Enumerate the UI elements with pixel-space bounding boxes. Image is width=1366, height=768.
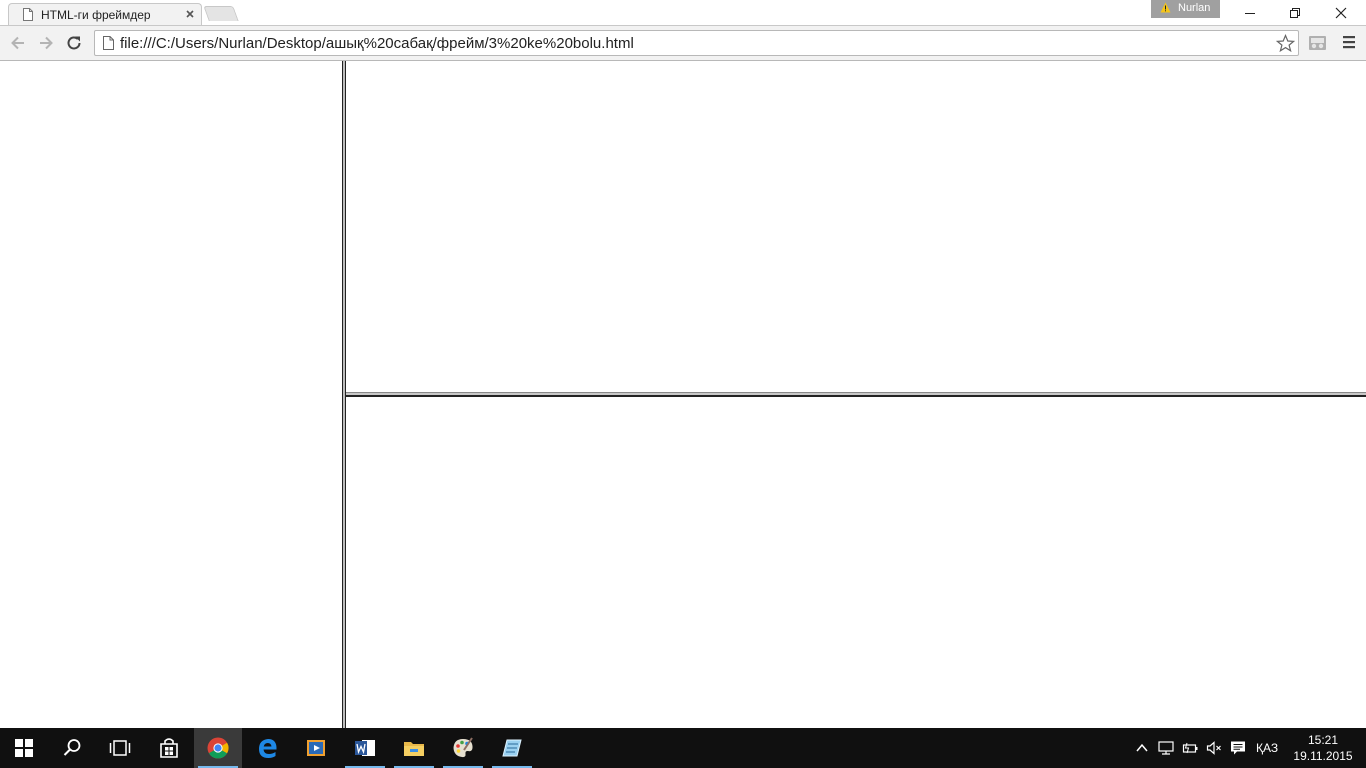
word-app[interactable]	[341, 728, 389, 768]
search-icon	[63, 739, 81, 756]
media-player-app[interactable]	[292, 728, 340, 768]
taskbar: ҚАЗ 15:21 19.11.2015	[0, 728, 1366, 768]
title-bar: HTML-ги фреймдер Nurlan	[0, 0, 1366, 25]
edge-app[interactable]	[244, 728, 292, 768]
file-explorer-icon	[404, 742, 424, 756]
left-frame[interactable]	[0, 61, 341, 728]
reload-icon[interactable]	[64, 33, 84, 53]
bottom-right-frame[interactable]	[346, 397, 1366, 728]
chrome-icon	[207, 737, 229, 759]
warning-icon	[1160, 2, 1171, 13]
page-content	[0, 61, 1366, 728]
battery-icon[interactable]	[1182, 740, 1198, 756]
forward-arrow-icon[interactable]	[36, 33, 56, 53]
tab-title: HTML-ги фреймдер	[41, 8, 151, 22]
notification-icon[interactable]	[1230, 740, 1246, 756]
address-bar[interactable]	[94, 30, 1299, 56]
task-view-button[interactable]	[96, 728, 144, 768]
top-right-frame[interactable]	[346, 61, 1366, 391]
browser-toolbar	[0, 25, 1366, 61]
page-icon	[23, 8, 33, 21]
profile-badge[interactable]: Nurlan	[1151, 0, 1220, 18]
volume-muted-icon[interactable]	[1206, 740, 1222, 756]
input-language[interactable]: ҚАЗ	[1256, 741, 1278, 755]
edge-icon	[259, 739, 277, 758]
windows-start-icon	[15, 739, 33, 757]
minimize-button[interactable]	[1227, 0, 1273, 25]
network-icon[interactable]	[1158, 740, 1174, 756]
browser-tab[interactable]: HTML-ги фреймдер	[8, 3, 202, 25]
notepad-app[interactable]	[488, 728, 536, 768]
page-icon	[103, 36, 114, 50]
search-button[interactable]	[48, 728, 96, 768]
close-window-button[interactable]	[1318, 0, 1364, 25]
store-app[interactable]	[145, 728, 193, 768]
paint-app[interactable]	[439, 728, 487, 768]
url-input[interactable]	[120, 35, 1260, 52]
profile-name: Nurlan	[1178, 2, 1211, 14]
store-icon	[160, 738, 178, 758]
menu-icon[interactable]	[1342, 35, 1356, 49]
clock-time: 15:21	[1307, 733, 1339, 747]
star-icon[interactable]	[1276, 34, 1295, 53]
chevron-up-icon[interactable]	[1134, 740, 1150, 756]
restore-icon	[1290, 8, 1300, 18]
start-button[interactable]	[0, 728, 48, 768]
chrome-app[interactable]	[194, 728, 242, 768]
back-arrow-icon[interactable]	[8, 33, 28, 53]
word-icon	[355, 740, 375, 756]
minimize-icon	[1245, 13, 1255, 14]
close-icon[interactable]	[183, 7, 197, 21]
notepad-icon	[502, 739, 522, 757]
clock-date: 19.11.2015	[1293, 749, 1353, 763]
media-player-icon	[307, 740, 325, 756]
paint-icon	[453, 737, 473, 758]
task-view-icon	[109, 740, 131, 756]
extension-icon[interactable]	[1308, 33, 1327, 52]
close-icon	[1335, 7, 1347, 19]
restore-button[interactable]	[1272, 0, 1318, 25]
clock[interactable]: 15:21 19.11.2015	[1290, 732, 1356, 764]
file-explorer-app[interactable]	[390, 728, 438, 768]
new-tab-button[interactable]	[203, 6, 239, 21]
